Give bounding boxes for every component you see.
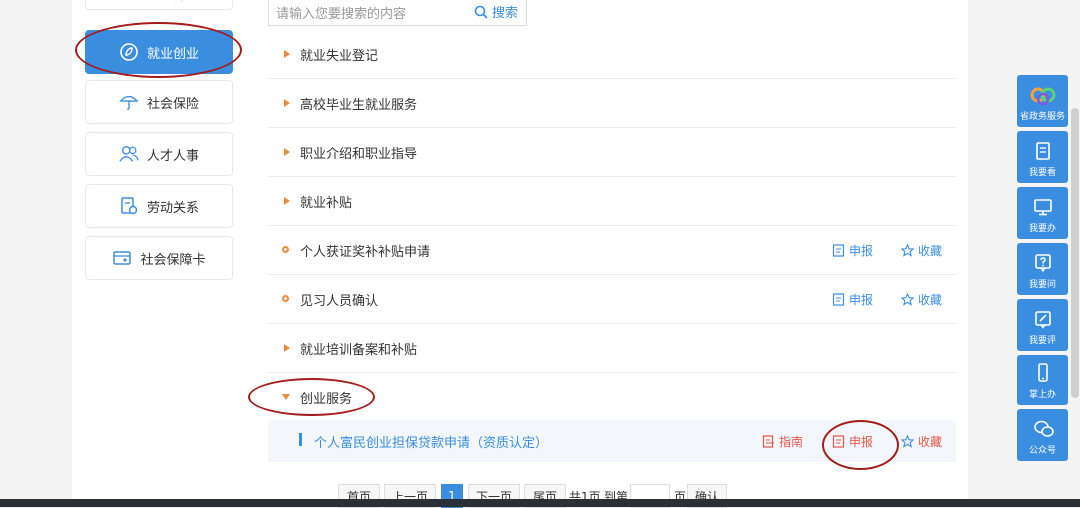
star-icon [901,244,914,257]
expand-triangle-icon [284,99,290,107]
taskbar [0,499,1080,507]
provincial-service-button[interactable]: 省政务服务 [1017,75,1068,127]
apply-button[interactable]: 申报 [832,433,873,450]
list-item[interactable]: 职业介绍和职业指导 [268,128,956,177]
want-to-do-button[interactable]: 我要办 [1017,187,1068,239]
category-talent[interactable]: 人才人事 [85,132,233,176]
category-label: 社会保障卡 [140,252,206,268]
want-to-review-button[interactable]: 我要评 [1017,299,1068,351]
gov-logo-icon [1030,85,1055,106]
phone-icon [1033,363,1053,383]
favorite-label: 收藏 [918,435,943,449]
people-icon [119,144,139,164]
item-dot-icon [282,295,289,302]
favorite-button[interactable]: 收藏 [901,242,942,259]
list-item[interactable]: 就业培训备案和补贴 [268,324,956,373]
right-bar-label: 我要问 [1028,280,1056,290]
monitor-icon [1033,197,1053,217]
apply-label: 申报 [849,293,874,307]
right-bar-label: 我要评 [1028,336,1056,346]
item-label: 就业失业登记 [300,49,379,64]
list-item[interactable]: 就业失业登记 [268,30,956,79]
form-icon [832,293,845,306]
wechat-icon [1033,419,1054,439]
search-button-label: 搜索 [492,6,519,21]
form-icon [832,244,845,257]
apply-label: 申报 [849,435,874,449]
item-label: 见习人员确认 [300,294,379,309]
category-label: 全部 [160,0,186,3]
category-label: 就业创业 [146,46,199,62]
right-bar-label: 省政务服务 [1019,112,1065,122]
leaf-badge-icon [119,42,139,62]
apply-button[interactable]: 申报 [832,242,873,259]
list-item[interactable]: 个人获证奖补补贴申请 申报 收藏 [268,226,956,275]
expand-triangle-icon [284,148,290,156]
search-button[interactable]: 搜索 [474,2,518,21]
item-label: 职业介绍和职业指导 [300,147,418,162]
want-to-see-button[interactable]: 我要看 [1017,131,1068,183]
card-icon [112,248,132,268]
sub-item-row[interactable]: 个人富民创业担保贷款申请（资质认定） 指南 申报 收藏 [268,420,956,462]
edit-icon [1033,309,1053,329]
favorite-button[interactable]: 收藏 [901,291,942,308]
grid-icon [132,0,152,3]
sub-item-label[interactable]: 个人富民创业担保贷款申请（资质认定） [314,432,548,451]
item-label: 就业补贴 [300,196,353,211]
sub-item-bar [299,433,302,446]
form-icon [832,435,845,448]
list-item[interactable]: 就业补贴 [268,177,956,226]
favorite-button[interactable]: 收藏 [901,433,942,450]
category-label: 劳动关系 [146,200,199,216]
guide-button[interactable]: 指南 [762,433,803,450]
apply-label: 申报 [849,244,874,258]
item-label: 就业培训备案和补贴 [300,343,418,358]
want-to-ask-button[interactable]: 我要问 [1017,243,1068,295]
expand-triangle-icon [284,197,290,205]
search-input[interactable]: 请输入您要搜索的内容 [276,3,406,22]
apply-button[interactable]: 申报 [832,291,873,308]
favorite-label: 收藏 [918,244,943,258]
right-bar-label: 我要办 [1028,224,1056,234]
category-social-card[interactable]: 社会保障卡 [85,236,233,280]
category-labor-relations[interactable]: 劳动关系 [85,184,233,228]
category-all[interactable]: 全部 [85,0,233,10]
wechat-account-button[interactable]: 公众号 [1017,409,1068,461]
document-gear-icon [119,196,139,216]
star-icon [901,293,914,306]
item-dot-icon [282,246,289,253]
item-label: 个人获证奖补补贴申请 [300,245,431,260]
guide-icon [762,435,775,448]
book-icon [1033,141,1053,161]
list-item[interactable]: 高校毕业生就业服务 [268,79,956,128]
list-item-expanded[interactable]: 创业服务 [268,373,956,422]
search-icon [474,5,488,19]
expand-triangle-icon [284,50,290,58]
star-icon [901,435,914,448]
category-employment[interactable]: 就业创业 [85,30,233,74]
category-label: 社会保险 [146,96,199,112]
scrollbar-thumb[interactable] [1071,108,1079,398]
favorite-label: 收藏 [918,293,943,307]
item-label: 创业服务 [300,392,353,407]
right-bar-label: 公众号 [1028,446,1056,456]
right-bar-label: 掌上办 [1028,390,1056,400]
item-label: 高校毕业生就业服务 [300,98,418,113]
guide-label: 指南 [779,435,804,449]
category-social-insurance[interactable]: 社会保险 [85,80,233,124]
right-bar-label: 我要看 [1028,168,1056,178]
category-label: 人才人事 [146,148,199,164]
mobile-service-button[interactable]: 掌上办 [1017,355,1068,405]
collapse-triangle-icon [282,394,290,400]
list-item[interactable]: 见习人员确认 申报 收藏 [268,275,956,324]
expand-triangle-icon [284,344,290,352]
question-icon [1033,253,1053,273]
umbrella-icon [119,92,139,112]
